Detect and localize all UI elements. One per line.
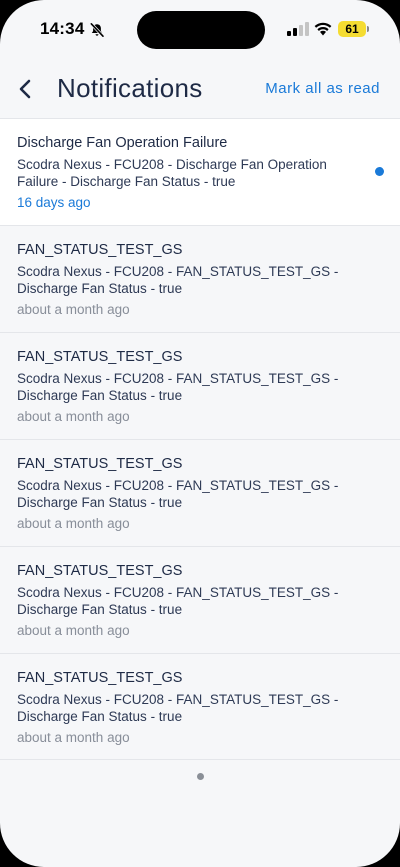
app-header: Notifications Mark all as read xyxy=(0,60,400,118)
notification-time: about a month ago xyxy=(17,409,130,424)
notification-body: Scodra Nexus - FCU208 - FAN_STATUS_TEST_… xyxy=(17,478,339,510)
chevron-left-icon[interactable] xyxy=(12,74,40,104)
scroll-indicator xyxy=(197,773,204,780)
notification-title: FAN_STATUS_TEST_GS xyxy=(17,242,183,258)
notification-body: Scodra Nexus - FCU208 - FAN_STATUS_TEST_… xyxy=(17,264,339,296)
dynamic-island xyxy=(137,11,265,49)
notification-item[interactable]: FAN_STATUS_TEST_GS Scodra Nexus - FCU208… xyxy=(0,225,400,332)
notification-list: Discharge Fan Operation Failure Scodra N… xyxy=(0,118,400,760)
notification-time: about a month ago xyxy=(17,730,130,745)
mark-all-as-read-button[interactable]: Mark all as read xyxy=(265,80,380,97)
status-bar: 14:34 61 xyxy=(0,0,400,60)
notification-body: Scodra Nexus - FCU208 - FAN_STATUS_TEST_… xyxy=(17,692,339,724)
notification-title: FAN_STATUS_TEST_GS xyxy=(17,670,183,686)
status-time: 14:34 xyxy=(40,19,85,38)
notification-time: about a month ago xyxy=(17,516,130,531)
cellular-signal-icon xyxy=(287,22,309,36)
notification-item[interactable]: Discharge Fan Operation Failure Scodra N… xyxy=(0,118,400,225)
notification-title: FAN_STATUS_TEST_GS xyxy=(17,456,183,472)
notification-body: Scodra Nexus - FCU208 - Discharge Fan Op… xyxy=(17,157,327,189)
phone-screen: 14:34 61 Notifications Mark all as read xyxy=(0,0,400,867)
notification-item[interactable]: FAN_STATUS_TEST_GS Scodra Nexus - FCU208… xyxy=(0,546,400,653)
notification-item[interactable]: FAN_STATUS_TEST_GS Scodra Nexus - FCU208… xyxy=(0,439,400,546)
notification-title: FAN_STATUS_TEST_GS xyxy=(17,563,183,579)
wifi-icon xyxy=(314,22,332,36)
battery-tip xyxy=(367,26,369,32)
notification-body: Scodra Nexus - FCU208 - FAN_STATUS_TEST_… xyxy=(17,371,339,403)
unread-indicator xyxy=(375,167,384,176)
notification-time: about a month ago xyxy=(17,302,130,317)
battery-icon: 61 xyxy=(338,21,366,37)
notification-body: Scodra Nexus - FCU208 - FAN_STATUS_TEST_… xyxy=(17,585,339,617)
notification-time: about a month ago xyxy=(17,623,130,638)
notification-title: FAN_STATUS_TEST_GS xyxy=(17,349,183,365)
page-title: Notifications xyxy=(57,73,203,103)
notification-item[interactable]: FAN_STATUS_TEST_GS Scodra Nexus - FCU208… xyxy=(0,332,400,439)
notification-title: Discharge Fan Operation Failure xyxy=(17,135,228,151)
notification-time: 16 days ago xyxy=(17,195,91,210)
notification-item[interactable]: FAN_STATUS_TEST_GS Scodra Nexus - FCU208… xyxy=(0,653,400,760)
bell-slash-icon xyxy=(90,22,105,38)
